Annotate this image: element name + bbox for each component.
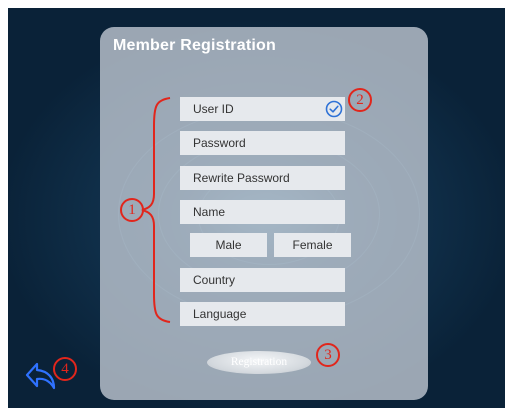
male-button[interactable]: Male: [190, 233, 267, 257]
password-field[interactable]: Password: [180, 131, 345, 155]
user-id-field[interactable]: User ID: [180, 97, 345, 121]
country-field[interactable]: Country: [180, 268, 345, 292]
panel-title: Member Registration: [113, 37, 276, 54]
back-arrow-icon[interactable]: [24, 361, 58, 391]
annotation-badge-1: 1: [120, 198, 144, 222]
annotation-badge-2: 2: [348, 88, 372, 112]
rewrite-password-field[interactable]: Rewrite Password: [180, 166, 345, 190]
annotation-badge-3: 3: [316, 343, 340, 367]
registration-button[interactable]: Registration: [207, 351, 311, 374]
language-field[interactable]: Language: [180, 302, 345, 326]
check-circle-icon: [325, 100, 343, 118]
female-button[interactable]: Female: [274, 233, 351, 257]
name-field[interactable]: Name: [180, 200, 345, 224]
app-screen: Member Registration User ID Password Rew…: [8, 8, 505, 408]
